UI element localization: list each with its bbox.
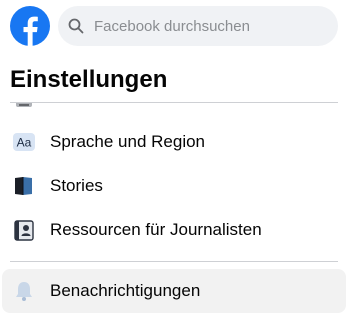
page-title: Einstellungen — [10, 66, 168, 93]
menu-item-notifications[interactable]: Benachrichtigungen — [2, 269, 346, 313]
partial-item-icon — [14, 103, 34, 109]
section-divider — [10, 261, 338, 262]
facebook-logo-icon[interactable] — [10, 6, 50, 46]
search-box[interactable] — [58, 6, 338, 46]
menu-item-stories[interactable]: Stories — [2, 164, 346, 208]
search-icon — [68, 18, 84, 34]
menu-item-language[interactable]: Aa Sprache und Region — [2, 120, 346, 164]
journalist-badge-icon — [14, 220, 34, 241]
menu-item-label: Benachrichtigungen — [50, 281, 201, 300]
bell-icon — [16, 282, 32, 301]
menu-item-journalist-resources[interactable]: Ressourcen für Journalisten — [2, 208, 346, 252]
header-divider — [10, 102, 338, 103]
svg-text:Aa: Aa — [17, 136, 32, 150]
menu-item-label: Sprache und Region — [50, 132, 206, 151]
search-input[interactable] — [94, 6, 330, 46]
menu-item-label: Ressourcen für Journalisten — [50, 220, 262, 239]
menu-item-label: Stories — [50, 176, 103, 195]
language-icon: Aa — [13, 133, 35, 151]
book-icon — [15, 177, 32, 195]
top-header — [0, 0, 349, 56]
